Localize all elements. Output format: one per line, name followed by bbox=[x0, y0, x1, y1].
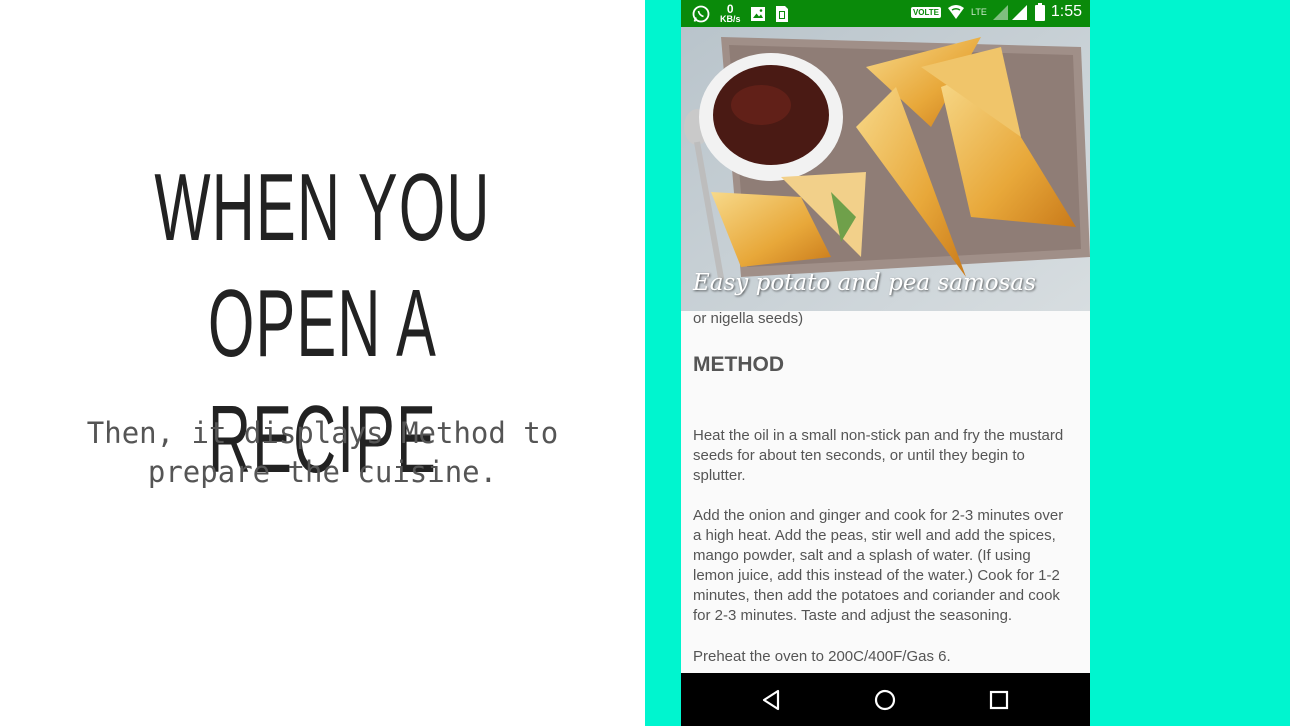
sim-card-icon bbox=[775, 5, 789, 23]
method-step-3: Preheat the oven to 200C/400F/Gas 6. bbox=[693, 648, 951, 665]
wifi-icon bbox=[947, 4, 965, 20]
whatsapp-icon bbox=[691, 4, 711, 24]
data-speed-unit: KB/s bbox=[720, 14, 741, 24]
slide-subtitle: Then, it displays Method to prepare the … bbox=[86, 416, 559, 489]
battery-icon bbox=[1034, 3, 1045, 21]
back-icon[interactable] bbox=[759, 687, 785, 713]
recipe-title: Easy potato and pea samosas bbox=[693, 270, 1036, 296]
method-heading: METHOD bbox=[693, 353, 784, 376]
method-step-1: Heat the oil in a small non-stick pan an… bbox=[693, 427, 1064, 484]
slide-title-line-1: WHEN YOU OPEN A bbox=[154, 154, 491, 377]
ingredient-fragment: or nigella seeds) bbox=[693, 310, 804, 327]
data-speed-indicator: 0 KB/s bbox=[720, 3, 741, 24]
recents-icon[interactable] bbox=[986, 687, 1012, 713]
recipe-hero-image: Easy potato and pea samosas bbox=[681, 27, 1090, 311]
phone-screen: 0 KB/s VOLTE LTE 1:55 Easy potato and pe… bbox=[681, 0, 1090, 726]
image-icon bbox=[750, 6, 766, 22]
signal-icon bbox=[992, 4, 1029, 20]
lte-label: LTE bbox=[971, 7, 987, 17]
volte-badge: VOLTE bbox=[910, 6, 942, 18]
navigation-bar bbox=[681, 673, 1090, 726]
status-bar: 0 KB/s VOLTE LTE 1:55 bbox=[681, 0, 1090, 27]
slide-text-panel: WHEN YOU OPEN A RECIPE Then, it displays… bbox=[0, 0, 645, 726]
home-icon[interactable] bbox=[872, 687, 898, 713]
recipe-content[interactable]: or nigella seeds) METHOD Heat the oil in… bbox=[681, 310, 1090, 673]
status-time: 1:55 bbox=[1050, 3, 1082, 20]
method-step-2: Add the onion and ginger and cook for 2-… bbox=[693, 507, 1064, 624]
